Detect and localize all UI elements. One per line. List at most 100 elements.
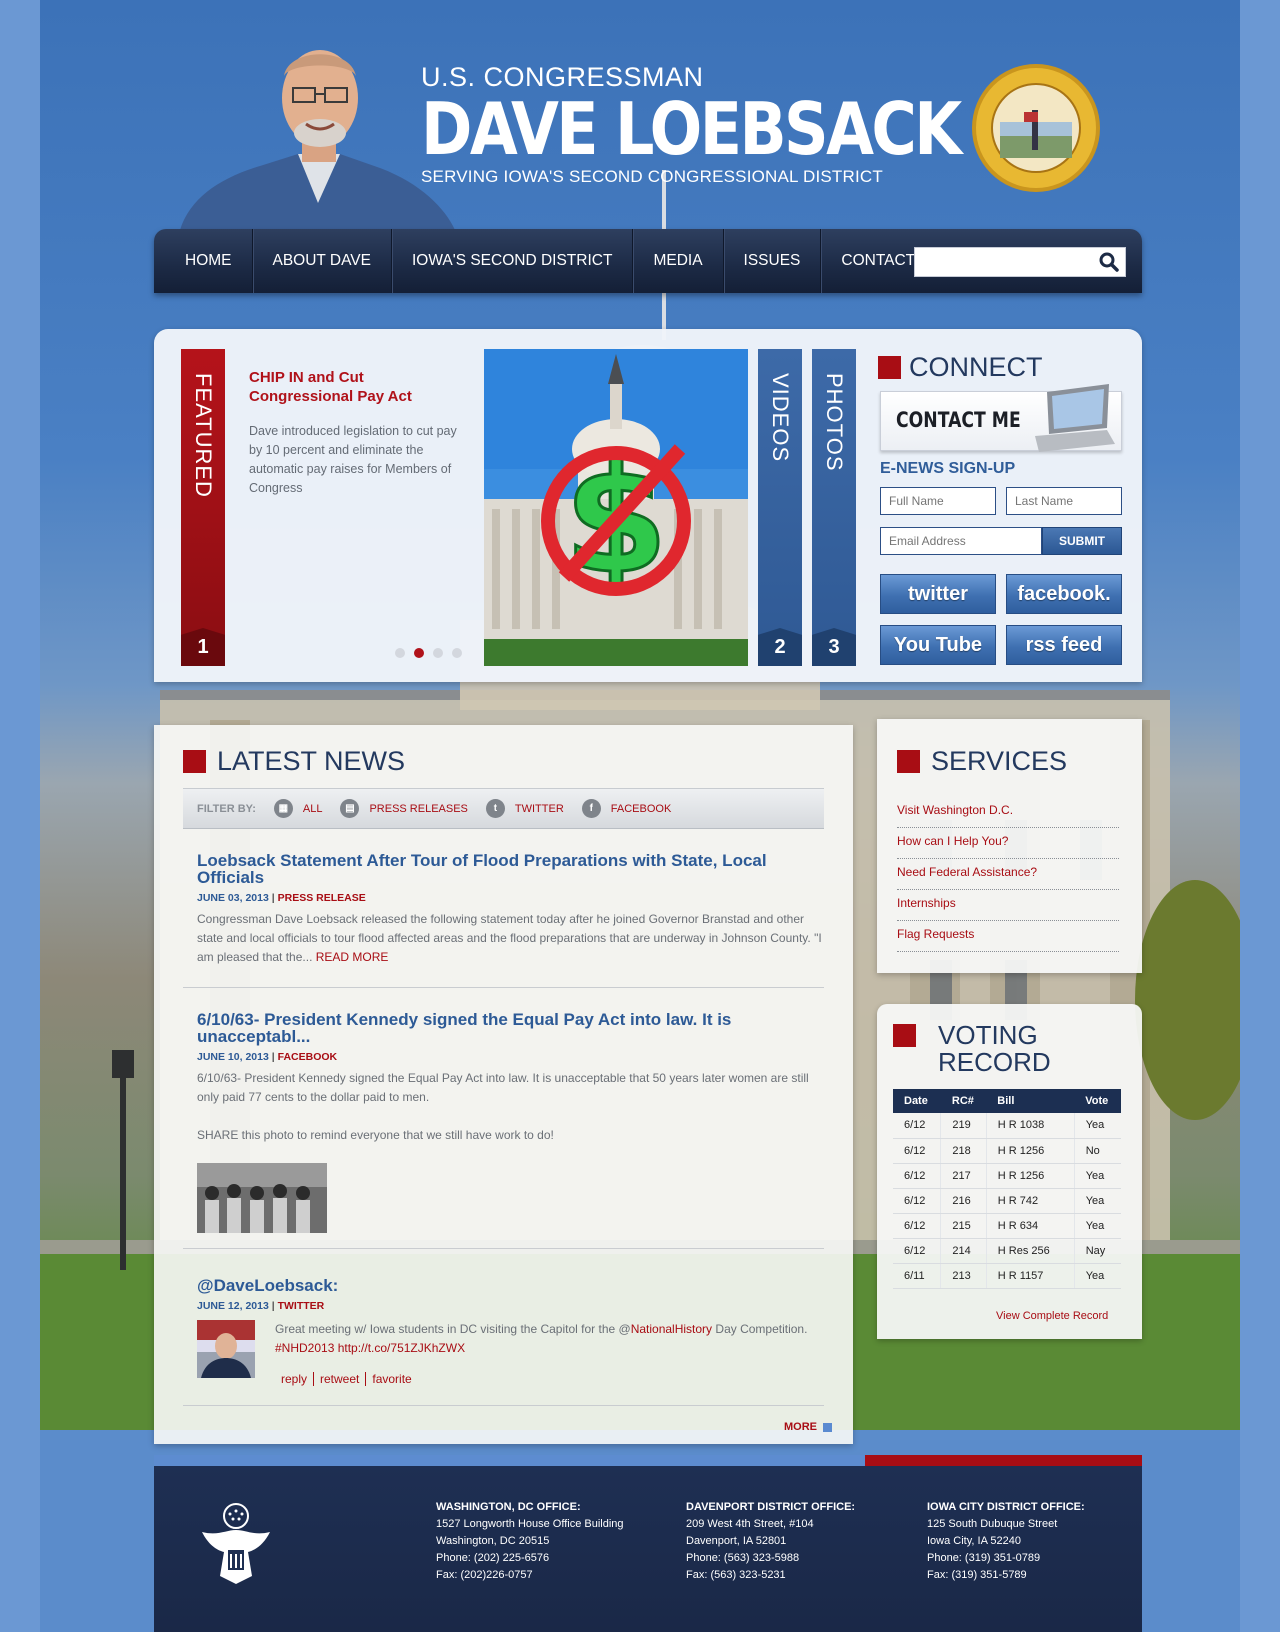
search-input[interactable] xyxy=(915,248,1095,276)
post-body: 6/10/63- President Kennedy signed the Eq… xyxy=(197,1071,809,1104)
full-name-field[interactable] xyxy=(880,487,996,515)
photos-tab[interactable]: PHOTOS 3 xyxy=(812,349,856,666)
office-name: WASHINGTON, DC OFFICE: xyxy=(436,1501,581,1513)
post-type[interactable]: PRESS RELEASE xyxy=(278,892,366,904)
news-post: Loebsack Statement After Tour of Flood P… xyxy=(197,852,827,967)
nav-issues[interactable]: ISSUES xyxy=(724,229,822,293)
cell-vote: Yea xyxy=(1073,1263,1121,1289)
divider xyxy=(183,1405,824,1406)
slide-dots xyxy=(395,648,462,658)
office-washington: WASHINGTON, DC OFFICE: 1527 Longworth Ho… xyxy=(436,1499,624,1584)
services-panel: SERVICES Visit Washington D.C. How can I… xyxy=(877,719,1142,973)
cell-date: 6/12 xyxy=(893,1113,941,1139)
filter-bar: FILTER BY: ▦ ALL ▤ PRESS RELEASES t TWITTER… xyxy=(183,788,824,829)
tweet-mention-link[interactable]: NationalHistory xyxy=(631,1322,712,1336)
filter-all[interactable]: ▦ ALL xyxy=(273,799,322,818)
heading-marker xyxy=(183,750,206,773)
eagle-icon xyxy=(202,1503,270,1584)
last-name-field[interactable] xyxy=(1006,487,1122,515)
cell-rc: 215 xyxy=(940,1213,987,1239)
post-type[interactable]: TWITTER xyxy=(278,1300,325,1312)
cell-vote: No xyxy=(1073,1138,1121,1164)
nav-home[interactable]: HOME xyxy=(154,229,253,293)
filter-facebook[interactable]: f FACEBOOK xyxy=(581,799,672,818)
slide-dot[interactable] xyxy=(395,648,405,658)
office-address-2: Washington, DC 20515 xyxy=(436,1535,550,1547)
featured-image[interactable]: $ xyxy=(484,349,748,666)
enews-heading: E-NEWS SIGN-UP xyxy=(880,460,1016,477)
more-marker xyxy=(823,1422,832,1432)
slide-dot[interactable] xyxy=(452,648,462,658)
photos-tab-number: 3 xyxy=(812,628,856,666)
office-davenport: DAVENPORT DISTRICT OFFICE: 209 West 4th … xyxy=(686,1499,855,1584)
favorite-link[interactable]: favorite xyxy=(366,1372,417,1386)
voting-record-panel: VOTING RECORD Date RC# Bill Vote 6/12 219 H… xyxy=(877,1004,1142,1339)
service-help[interactable]: How can I Help You? xyxy=(897,828,1119,859)
more-link[interactable]: MORE xyxy=(784,1421,832,1433)
photos-tab-label: PHOTOS xyxy=(822,373,847,472)
service-internships[interactable]: Internships xyxy=(897,890,1119,921)
featured-title[interactable]: CHIP IN and Cut Congressional Pay Act xyxy=(249,368,471,406)
latest-news-panel: LATEST NEWS FILTER BY: ▦ ALL ▤ PRESS RELEA… xyxy=(154,725,853,1444)
latest-news-heading: LATEST NEWS xyxy=(183,746,405,777)
office-phone: Phone: (319) 351-0789 xyxy=(927,1552,1041,1564)
contact-me-button[interactable]: CONTACT ME xyxy=(880,384,1122,452)
post-title[interactable]: Loebsack Statement After Tour of Flood P… xyxy=(197,852,827,886)
reply-link[interactable]: reply xyxy=(275,1372,315,1386)
service-flag-requests[interactable]: Flag Requests xyxy=(897,921,1119,952)
nav-about-dave[interactable]: ABOUT DAVE xyxy=(253,229,392,293)
view-complete-record-link[interactable]: View Complete Record xyxy=(996,1310,1108,1322)
heading-marker xyxy=(893,1024,916,1047)
rss-feed-button[interactable]: rss feed xyxy=(1006,625,1122,665)
table-row: 6/12 217 H R 1256 Yea xyxy=(893,1163,1121,1189)
table-row: 6/12 215 H R 634 Yea xyxy=(893,1213,1121,1239)
office-address-1: 209 West 4th Street, #104 xyxy=(686,1518,814,1530)
post-title[interactable]: 6/10/63- President Kennedy signed the Eq… xyxy=(197,1011,827,1045)
youtube-button[interactable]: You Tube xyxy=(880,625,996,665)
post-meta: JUNE 03, 2013 | PRESS RELEASE xyxy=(197,892,366,904)
filter-twitter[interactable]: t TWITTER xyxy=(485,799,564,818)
filter-press-releases[interactable]: ▤ PRESS RELEASES xyxy=(340,799,468,818)
nav-iowas-second-district[interactable]: IOWA'S SECOND DISTRICT xyxy=(392,229,634,293)
grid-icon: ▦ xyxy=(273,799,293,818)
search-icon[interactable] xyxy=(1099,252,1119,272)
featured-tab[interactable]: FEATURED 1 xyxy=(181,349,225,666)
congressman-portrait xyxy=(180,50,455,230)
cell-date: 6/12 xyxy=(893,1188,941,1214)
post-title[interactable]: @DaveLoebsack: xyxy=(197,1277,827,1294)
twitter-icon: t xyxy=(485,799,505,818)
featured-tab-label: FEATURED xyxy=(191,373,216,498)
post-photo[interactable] xyxy=(197,1163,327,1233)
table-row: 6/12 218 H R 1256 No xyxy=(893,1138,1121,1164)
cell-rc: 214 xyxy=(940,1238,987,1264)
post-date: JUNE 12, 2013 xyxy=(197,1300,269,1312)
videos-tab[interactable]: VIDEOS 2 xyxy=(758,349,802,666)
slide-dot[interactable] xyxy=(433,648,443,658)
read-more-link[interactable]: READ MORE xyxy=(316,950,389,964)
submit-button[interactable]: SUBMIT xyxy=(1042,527,1122,555)
main-nav: HOME ABOUT DAVE IOWA'S SECOND DISTRICT M… xyxy=(154,229,1142,293)
office-phone: Phone: (202) 225-6576 xyxy=(436,1552,550,1564)
services-heading: SERVICES xyxy=(897,746,1067,777)
footer-red-bar xyxy=(865,1455,1142,1466)
nav-media[interactable]: MEDIA xyxy=(633,229,724,293)
facebook-button[interactable]: facebook. xyxy=(1006,574,1122,614)
cell-date: 6/11 xyxy=(893,1263,941,1289)
slide-dot-active[interactable] xyxy=(414,648,424,658)
office-address-1: 125 South Dubuque Street xyxy=(927,1518,1058,1530)
service-visit-dc[interactable]: Visit Washington D.C. xyxy=(897,797,1119,828)
twitter-button[interactable]: twitter xyxy=(880,574,996,614)
cell-vote: Yea xyxy=(1073,1188,1121,1214)
service-federal-assistance[interactable]: Need Federal Assistance? xyxy=(897,859,1119,890)
table-row: 6/12 219 H R 1038 Yea xyxy=(893,1113,1121,1139)
more-label: MORE xyxy=(784,1421,817,1433)
connect-heading: CONNECT xyxy=(878,352,1043,383)
tweet-links[interactable]: #NHD2013 http://t.co/751ZJKhZWX xyxy=(275,1341,465,1355)
post-type[interactable]: FACEBOOK xyxy=(278,1051,338,1063)
cell-rc: 219 xyxy=(940,1113,987,1139)
filter-facebook-label: FACEBOOK xyxy=(610,802,672,815)
left-border xyxy=(0,0,40,1632)
retweet-link[interactable]: retweet xyxy=(314,1372,367,1386)
cell-date: 6/12 xyxy=(893,1213,941,1239)
email-field[interactable] xyxy=(880,527,1042,555)
